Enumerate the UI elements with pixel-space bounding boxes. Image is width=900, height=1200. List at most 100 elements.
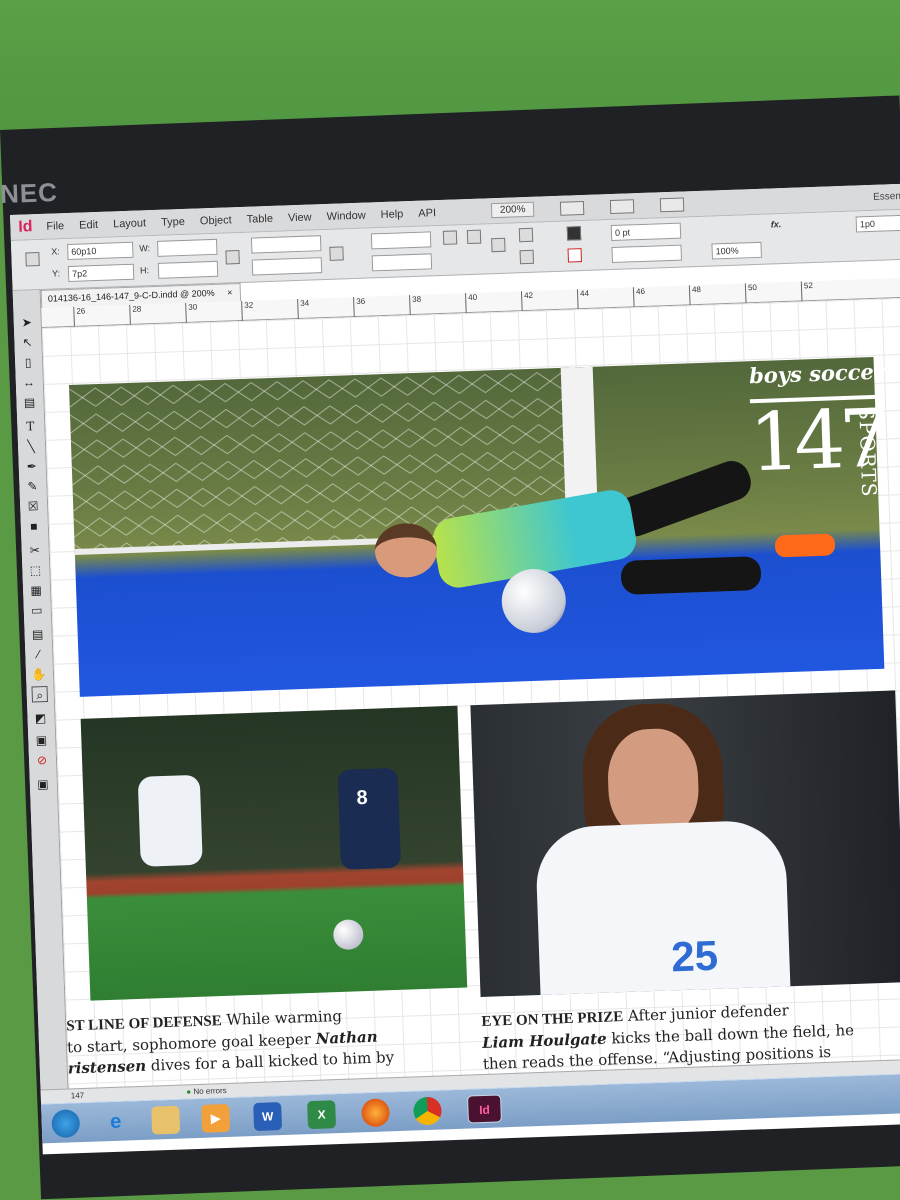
stroke-type-select[interactable] [611, 244, 682, 264]
rotate-cw-icon[interactable] [442, 230, 458, 245]
apply-none-icon[interactable]: ⊘ [34, 752, 51, 769]
shear-field[interactable] [371, 253, 433, 272]
line-tool-icon[interactable]: ╲ [23, 438, 40, 455]
height-field[interactable] [157, 260, 219, 279]
scissors-tool-icon[interactable]: ✂ [26, 542, 43, 559]
flip-horizontal-icon[interactable] [518, 227, 534, 243]
rotate-ccw-icon[interactable] [466, 229, 482, 245]
direct-selection-tool-icon[interactable]: ↖ [19, 334, 36, 351]
player-shirt: 25 [534, 819, 791, 998]
flip-vertical-icon[interactable] [519, 249, 535, 265]
scale-y-field[interactable] [251, 257, 323, 276]
document-canvas[interactable]: boys soccer 147 SPORTS 8 25 ST LINE OF D… [41, 297, 900, 1118]
screen-mode-button[interactable] [610, 198, 635, 214]
file-explorer-icon[interactable] [151, 1105, 181, 1135]
monitor-screen: Id File Edit Layout Type Object Table Vi… [10, 183, 900, 1155]
start-button-icon[interactable] [51, 1109, 81, 1139]
width-field[interactable] [156, 238, 218, 257]
formatting-affects-icon[interactable]: ▣ [33, 732, 50, 749]
type-tool-icon[interactable]: T [22, 418, 39, 435]
firefox-icon[interactable] [361, 1098, 391, 1128]
rotation-field[interactable] [370, 231, 432, 250]
menu-help[interactable]: Help [380, 208, 403, 221]
menu-table[interactable]: Table [246, 212, 273, 225]
menu-edit[interactable]: Edit [79, 218, 98, 231]
screen-mode-icon[interactable]: ▣ [35, 776, 52, 793]
pen-tool-icon[interactable]: ✒ [24, 458, 41, 475]
scale-lock-icon[interactable] [329, 246, 344, 261]
rectangle-frame-tool-icon[interactable]: ☒ [25, 498, 42, 515]
opacity-field[interactable]: 100% [711, 241, 762, 260]
x-label: X: [51, 246, 60, 257]
fill-stroke-icon[interactable]: ◩ [32, 710, 49, 727]
ruler-tick: 26 [73, 306, 86, 327]
menu-window[interactable]: Window [326, 209, 366, 222]
ruler-tick: 30 [185, 302, 198, 323]
gradient-swatch-tool-icon[interactable]: ▦ [28, 582, 45, 599]
y-position-field[interactable]: 7p2 [67, 263, 135, 283]
field-action-photo[interactable]: 8 [80, 705, 468, 1001]
menu-view[interactable]: View [288, 211, 312, 224]
player-name: ristensen [67, 1056, 147, 1078]
jersey-number: 8 [356, 786, 369, 810]
gradient-feather-tool-icon[interactable]: ▭ [29, 602, 46, 619]
indesign-logo-icon: Id [18, 217, 33, 236]
free-transform-tool-icon[interactable]: ⬚ [27, 562, 44, 579]
constrain-proportions-icon[interactable] [225, 250, 240, 265]
ruler-tick: 38 [409, 294, 422, 316]
menu-type[interactable]: Type [161, 215, 185, 228]
word-icon[interactable]: W [253, 1102, 283, 1132]
ruler-tick: 44 [576, 288, 590, 310]
scale-x-field[interactable] [250, 235, 322, 254]
effects-icon[interactable]: fx. [771, 219, 782, 229]
gap-tool-icon[interactable]: ↔ [21, 374, 38, 391]
content-collector-icon[interactable]: ▤ [21, 394, 38, 411]
chrome-icon[interactable] [413, 1096, 443, 1126]
ruler-tick: 32 [241, 300, 254, 321]
eyedropper-tool-icon[interactable]: ⁄ [30, 646, 47, 663]
ruler-tick: 52 [800, 281, 814, 302]
reference-point-icon[interactable] [25, 251, 40, 267]
rectangle-tool-icon[interactable]: ■ [26, 518, 43, 535]
gutter-field[interactable]: 1p0 [855, 214, 900, 233]
zoom-tool-icon[interactable]: ⌕ [31, 685, 49, 703]
text-path-icon[interactable] [491, 237, 506, 253]
fill-swatch-icon[interactable] [566, 226, 582, 241]
media-player-icon[interactable]: ▶ [201, 1103, 231, 1133]
selection-tool-icon[interactable]: ➤ [18, 314, 35, 331]
defender-portrait-photo[interactable]: 25 [470, 690, 900, 998]
w-label: W: [139, 243, 151, 254]
x-position-field[interactable]: 60p10 [67, 241, 134, 261]
jersey-number: 25 [670, 931, 719, 981]
menu-layout[interactable]: Layout [113, 217, 146, 230]
document-tab-title: 014136-16_146-147_9-C-D.indd @ 200% [47, 287, 215, 304]
zoom-level-select[interactable]: 200% [490, 201, 535, 219]
keeper-leg [620, 556, 762, 595]
arrange-documents-button[interactable] [660, 196, 685, 212]
caption-text: While warming [226, 1006, 343, 1029]
page-tool-icon[interactable]: ▯ [20, 354, 37, 371]
excel-icon[interactable]: X [307, 1100, 337, 1130]
workspace-switcher[interactable]: Essenti [873, 191, 900, 203]
hand-tool-icon[interactable]: ✋ [31, 666, 48, 683]
view-options-button[interactable] [560, 200, 585, 216]
page-field[interactable]: 147 [71, 1091, 85, 1100]
stroke-swatch-icon[interactable] [567, 248, 582, 263]
preflight-status[interactable]: No errors [193, 1086, 227, 1096]
player-name: Nathan [315, 1027, 378, 1048]
pencil-tool-icon[interactable]: ✎ [24, 478, 41, 495]
note-tool-icon[interactable]: ▤ [29, 626, 46, 643]
menu-api[interactable]: API [418, 207, 436, 220]
stroke-weight-field[interactable]: 0 pt [610, 222, 682, 242]
h-label: H: [139, 265, 150, 276]
internet-explorer-icon[interactable]: e [101, 1107, 130, 1136]
ruler-tick: 40 [465, 292, 478, 314]
close-tab-icon[interactable]: × [227, 287, 233, 297]
caption-left[interactable]: ST LINE OF DEFENSE While warming to star… [66, 1004, 394, 1079]
player-white [137, 774, 203, 867]
menu-object[interactable]: Object [200, 214, 232, 227]
menu-file[interactable]: File [46, 220, 64, 233]
ruler-tick: 46 [632, 286, 646, 308]
section-masthead: boys soccer 147 SPORTS [748, 359, 886, 543]
indesign-taskbar-icon[interactable]: Id [467, 1094, 502, 1124]
